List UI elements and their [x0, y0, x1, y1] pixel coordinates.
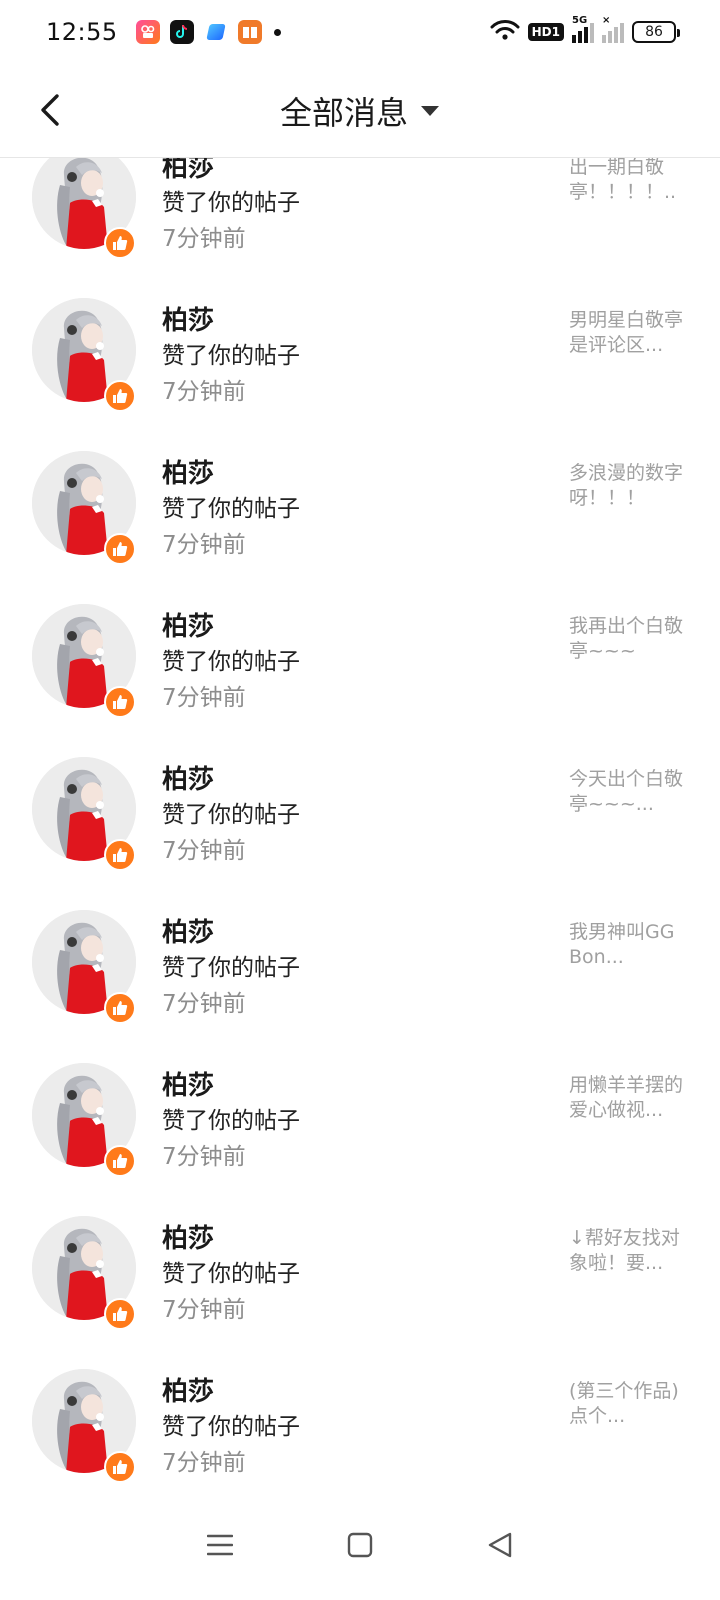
wifi-icon [490, 19, 520, 45]
thumbs-up-icon [113, 1001, 128, 1015]
notification-app-icons [135, 20, 262, 44]
thumbs-up-icon [113, 1307, 128, 1321]
message-action: 赞了你的帖子 [162, 1414, 300, 1440]
like-badge [104, 686, 136, 718]
douyin-icon [169, 20, 194, 44]
like-badge [104, 839, 136, 871]
sender-name: 柏莎 [162, 612, 215, 642]
post-preview[interactable]: (第三个作品)点个... [569, 1379, 687, 1429]
thumbs-up-icon [113, 542, 128, 556]
back-button[interactable] [30, 88, 70, 132]
message-time: 7分钟前 [162, 838, 246, 864]
message-action: 赞了你的帖子 [162, 802, 300, 828]
sender-name: 柏莎 [162, 306, 215, 336]
square-home-icon [347, 1532, 373, 1558]
message-time: 7分钟前 [162, 685, 246, 711]
post-preview[interactable]: 多浪漫的数字呀！！！ [569, 461, 687, 511]
like-badge [104, 380, 136, 412]
thumbs-up-icon [113, 1460, 128, 1474]
thumbs-up-icon [113, 848, 128, 862]
message-item[interactable]: 柏莎 赞了你的帖子 7分钟前 今天出个白敬亭~~~... [0, 723, 720, 876]
message-time: 7分钟前 [162, 991, 246, 1017]
post-preview[interactable]: 用懒羊羊摆的爱心做视... [569, 1073, 687, 1123]
status-indicators: HD1 5G × 86 [490, 15, 680, 45]
caret-down-icon [421, 105, 439, 116]
message-action: 赞了你的帖子 [162, 1108, 300, 1134]
message-item[interactable]: 柏莎 赞了你的帖子 7分钟前 我再出个白敬亭~~~ [0, 570, 720, 723]
message-item[interactable]: 柏莎 赞了你的帖子 7分钟前 多浪漫的数字呀！！！ [0, 417, 720, 570]
menu-button[interactable] [200, 1525, 240, 1565]
message-action: 赞了你的帖子 [162, 955, 300, 981]
message-item[interactable]: 柏莎 赞了你的帖子 7分钟前 ↓帮好友找对象啦！要... [0, 1182, 720, 1335]
page-header: 全部消息 [0, 64, 720, 158]
message-action: 赞了你的帖子 [162, 496, 300, 522]
message-item[interactable]: 柏莎 赞了你的帖子 7分钟前 出一期白敬亭！！！！.. [0, 158, 720, 264]
triangle-back-icon [488, 1532, 512, 1558]
message-item[interactable]: 柏莎 赞了你的帖子 7分钟前 男明星白敬亭是评论区... [0, 264, 720, 417]
menu-icon [207, 1534, 233, 1556]
sender-name: 柏莎 [162, 158, 215, 183]
thumbs-up-icon [113, 1154, 128, 1168]
like-badge [104, 1298, 136, 1330]
post-preview[interactable]: 男明星白敬亭是评论区... [569, 308, 687, 358]
sender-name: 柏莎 [162, 765, 215, 795]
status-bar: 12:55 HD1 5G × 86 [0, 0, 720, 64]
thumbs-up-icon [113, 236, 128, 250]
blue-app-icon [204, 20, 228, 44]
message-filter-dropdown[interactable]: 全部消息 [280, 88, 440, 134]
more-notifications-dot [273, 28, 281, 36]
post-preview[interactable]: 我再出个白敬亭~~~ [569, 614, 687, 664]
page-title: 全部消息 [279, 93, 408, 132]
sender-name: 柏莎 [162, 459, 215, 489]
thumbs-up-icon [113, 389, 128, 403]
like-badge [104, 992, 136, 1024]
sender-name: 柏莎 [162, 1071, 215, 1101]
message-action: 赞了你的帖子 [162, 1261, 300, 1287]
nav-back-button[interactable] [480, 1525, 520, 1565]
thumbs-up-icon [113, 695, 128, 709]
hd-badge: HD1 [527, 23, 564, 41]
message-item[interactable]: 柏莎 赞了你的帖子 7分钟前 我男神叫GGBon... [0, 876, 720, 1029]
book-app-icon [237, 20, 262, 44]
kuaishou-icon [135, 20, 160, 44]
like-badge [104, 1451, 136, 1483]
chevron-left-icon [41, 94, 59, 126]
like-badge [104, 227, 136, 259]
message-time: 7分钟前 [162, 532, 246, 558]
message-time: 7分钟前 [162, 226, 246, 252]
message-action: 赞了你的帖子 [162, 649, 300, 675]
sender-name: 柏莎 [162, 1377, 215, 1407]
like-badge [104, 1145, 136, 1177]
post-preview[interactable]: ↓帮好友找对象啦！要... [569, 1226, 687, 1276]
message-item[interactable]: 柏莎 赞了你的帖子 7分钟前 (第三个作品)点个... [0, 1335, 720, 1488]
signal-secondary-icon: × [602, 15, 624, 43]
sender-name: 柏莎 [162, 1224, 215, 1254]
message-list[interactable]: 柏莎 赞了你的帖子 7分钟前 出一期白敬亭！！！！.. 柏莎 赞了你的帖子 7分… [0, 158, 720, 1490]
message-item[interactable]: 柏莎 赞了你的帖子 7分钟前 用懒羊羊摆的爱心做视... [0, 1029, 720, 1182]
message-time: 7分钟前 [162, 379, 246, 405]
status-time: 12:55 [46, 18, 118, 46]
battery-icon: 86 [632, 21, 680, 43]
home-button[interactable] [340, 1525, 380, 1565]
message-time: 7分钟前 [162, 1297, 246, 1323]
message-action: 赞了你的帖子 [162, 343, 300, 369]
message-time: 7分钟前 [162, 1450, 246, 1476]
message-action: 赞了你的帖子 [162, 190, 300, 216]
message-time: 7分钟前 [162, 1144, 246, 1170]
post-preview[interactable]: 出一期白敬亭！！！！.. [569, 158, 687, 205]
sender-name: 柏莎 [162, 918, 215, 948]
post-preview[interactable]: 今天出个白敬亭~~~... [569, 767, 687, 817]
like-badge [104, 533, 136, 565]
signal-5g-icon: 5G [572, 15, 594, 43]
system-navigation-bar [0, 1490, 720, 1600]
post-preview[interactable]: 我男神叫GGBon... [569, 920, 687, 970]
